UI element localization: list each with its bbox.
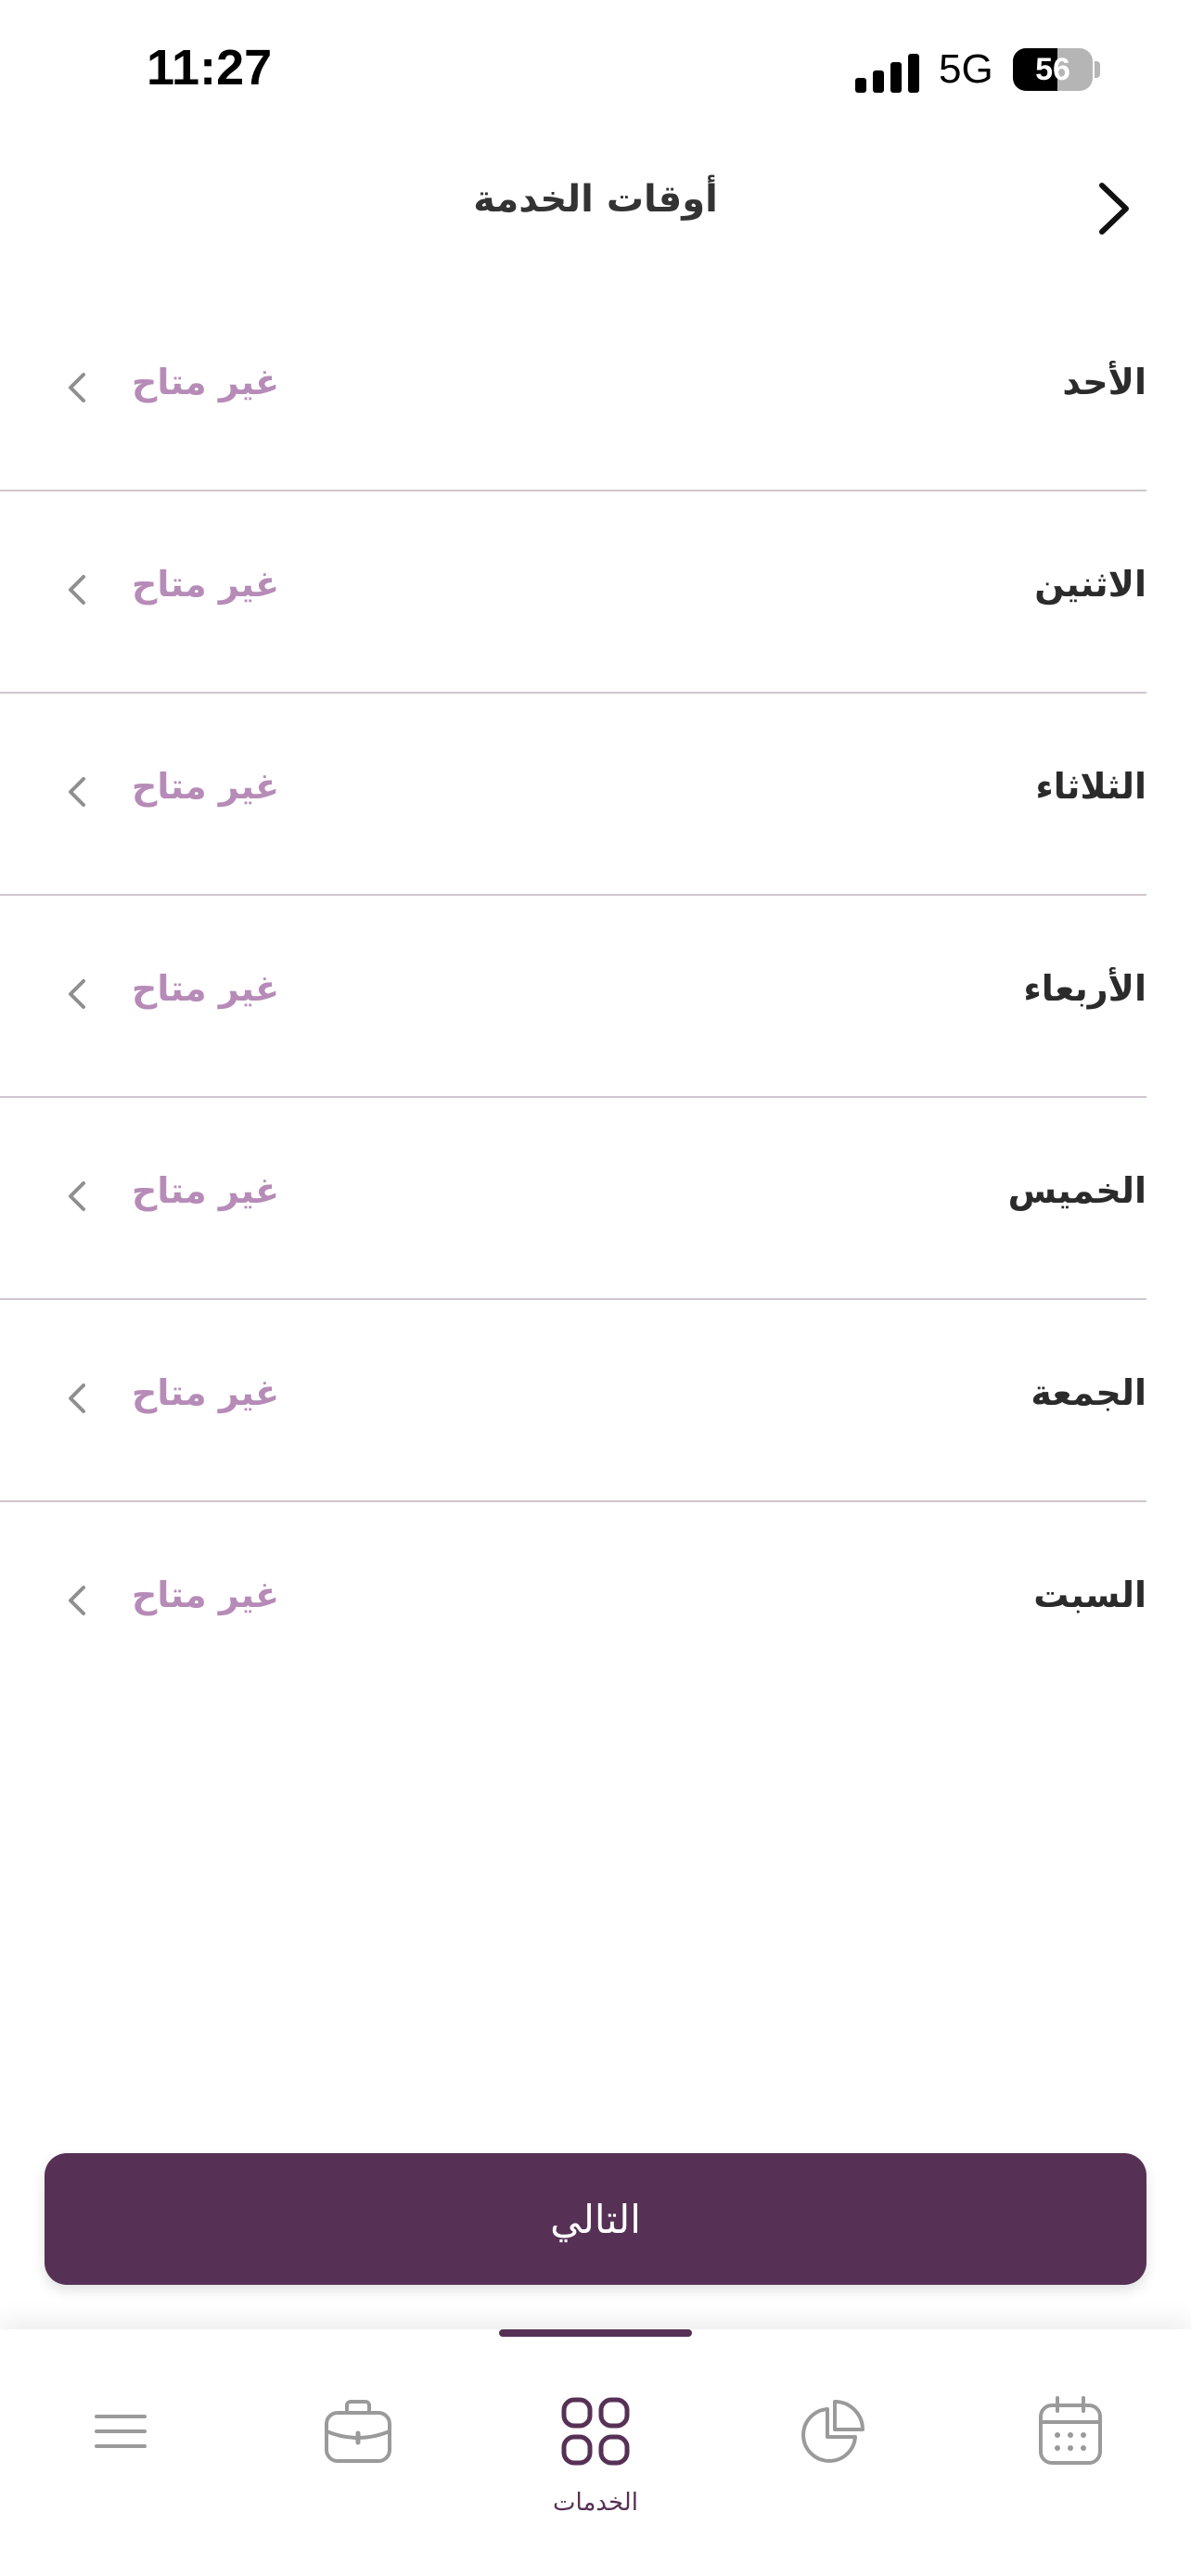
chevron-left-icon xyxy=(69,373,85,402)
tab-menu[interactable] xyxy=(56,2394,186,2506)
day-name: الاثنين xyxy=(1034,564,1146,605)
pie-chart-icon xyxy=(801,2400,864,2463)
chevron-right-icon xyxy=(1099,183,1129,235)
tab-services[interactable]: الخدمات xyxy=(531,2394,660,2517)
day-name: الأربعاء xyxy=(1023,968,1146,1009)
next-button[interactable]: التالي xyxy=(45,2153,1146,2285)
calendar-icon xyxy=(1039,2396,1102,2465)
service-days-list: الأحد غير متاح الاثنين غير متاح الثلاثاء… xyxy=(0,289,1191,1704)
day-row[interactable]: الأحد غير متاح xyxy=(0,289,1191,491)
day-name: الأحد xyxy=(1062,362,1146,402)
battery-tip xyxy=(1095,61,1100,78)
header: أوقات الخدمة xyxy=(0,139,1191,278)
day-status: غير متاح xyxy=(132,564,280,605)
day-row[interactable]: الاثنين غير متاح xyxy=(0,491,1191,694)
status-time: 11:27 xyxy=(147,40,273,96)
chevron-left-icon xyxy=(69,777,85,807)
day-row[interactable]: الجمعة غير متاح xyxy=(0,1300,1191,1502)
chevron-left-icon xyxy=(69,1181,85,1211)
chevron-left-icon xyxy=(69,979,85,1009)
battery-icon: 56 xyxy=(1013,48,1093,91)
chevron-left-icon xyxy=(69,1384,85,1413)
tab-label-services: الخدمات xyxy=(553,2489,638,2517)
chevron-left-icon xyxy=(69,575,85,605)
day-name: السبت xyxy=(1033,1575,1146,1615)
day-status: غير متاح xyxy=(132,1170,280,1211)
tab-calendar[interactable] xyxy=(1005,2394,1135,2506)
menu-icon xyxy=(95,2415,147,2448)
status-bar: 11:27 5G 56 xyxy=(0,0,1191,139)
active-tab-indicator xyxy=(499,2329,692,2337)
day-name: الخميس xyxy=(1007,1170,1146,1211)
tab-briefcase[interactable] xyxy=(293,2394,423,2506)
signal-icon xyxy=(855,54,919,93)
back-button[interactable] xyxy=(1076,167,1150,250)
day-status: غير متاح xyxy=(132,1372,280,1413)
page-title: أوقات الخدمة xyxy=(473,178,718,221)
day-name: الثلاثاء xyxy=(1035,766,1146,807)
day-status: غير متاح xyxy=(132,968,280,1009)
day-status: غير متاح xyxy=(132,1575,280,1615)
day-row[interactable]: السبت غير متاح xyxy=(0,1502,1191,1704)
day-status: غير متاح xyxy=(132,766,280,807)
bottom-tab-bar: الخدمات xyxy=(0,2329,1191,2576)
battery-percent: 56 xyxy=(1035,52,1070,87)
briefcase-icon xyxy=(325,2400,391,2463)
network-label: 5G xyxy=(939,46,993,92)
day-row[interactable]: الثلاثاء غير متاح xyxy=(0,694,1191,896)
day-row[interactable]: الخميس غير متاح xyxy=(0,1098,1191,1300)
day-status: غير متاح xyxy=(132,362,280,402)
tab-reports[interactable] xyxy=(768,2394,898,2506)
day-row[interactable]: الأربعاء غير متاح xyxy=(0,896,1191,1098)
chevron-left-icon xyxy=(69,1586,85,1615)
day-name: الجمعة xyxy=(1031,1372,1146,1413)
grid-icon xyxy=(561,2397,630,2466)
